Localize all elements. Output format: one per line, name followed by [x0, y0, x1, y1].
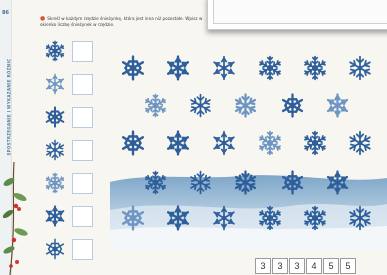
- snowflake-icon[interactable]: [211, 130, 237, 156]
- answer-row: [42, 236, 102, 260]
- side-title: SPOSTRZEGANIE I WYKAZANIE RÓŻNIC: [6, 58, 12, 156]
- answer-row: [42, 137, 102, 161]
- answer-box[interactable]: [72, 140, 93, 161]
- answer-box[interactable]: [72, 239, 93, 260]
- snowflake-icon[interactable]: [143, 93, 168, 118]
- snowflake-icon-d: [45, 139, 65, 161]
- number-cell: 3: [272, 258, 288, 274]
- snowflake-icon[interactable]: [302, 55, 328, 81]
- instruction: ● Skreśl w każdym rzędzie śnieżynkę, któr…: [40, 16, 210, 28]
- answer-box[interactable]: [72, 173, 93, 194]
- snowflake-icon[interactable]: [211, 205, 237, 231]
- snowflake-icon[interactable]: [280, 169, 305, 195]
- snowflake-icon-c: [45, 106, 65, 128]
- snowflake-icon[interactable]: [143, 170, 168, 195]
- snowflake-icon[interactable]: [188, 170, 213, 195]
- answer-row: [42, 38, 102, 62]
- snowflake-icon[interactable]: [165, 130, 191, 156]
- number-cell: 4: [306, 258, 322, 274]
- answer-box[interactable]: [72, 74, 93, 95]
- snowflake-icon[interactable]: [302, 130, 328, 156]
- number-cell: 3: [289, 258, 305, 274]
- snowflake-icon[interactable]: [280, 92, 305, 118]
- snowflake-icon[interactable]: [347, 205, 373, 231]
- snowflake-icon[interactable]: [347, 130, 373, 156]
- snowflake-icon-a: [45, 40, 65, 62]
- snowflake-icon[interactable]: [165, 55, 191, 81]
- snowflake-icon[interactable]: [165, 205, 191, 231]
- number-cell: 3: [255, 258, 271, 274]
- instruction-text: Skreśl w każdym rzędzie śnieżynkę, która…: [40, 16, 203, 27]
- snowflake-icon[interactable]: [325, 169, 350, 195]
- number-cell: 5: [323, 258, 339, 274]
- answer-box[interactable]: [72, 206, 93, 227]
- snowflake-icon[interactable]: [188, 93, 213, 118]
- snowflake-icon-b: [45, 73, 65, 95]
- snowflake-icon[interactable]: [302, 205, 328, 231]
- workbook-page: 86 SPOSTRZEGANIE I WYKAZANIE RÓŻNIC ● Skr…: [0, 0, 387, 275]
- number-strip: 333455: [255, 258, 357, 275]
- snowflake-icon[interactable]: [257, 55, 283, 81]
- overlapping-sheet: [207, 0, 387, 30]
- snowflake-icon[interactable]: [120, 55, 146, 81]
- number-cell: 5: [340, 258, 356, 274]
- snowflake-icon[interactable]: [347, 55, 373, 81]
- instruction-bullet-icon: ●: [40, 15, 46, 22]
- holly-decoration: [2, 162, 28, 275]
- snowflake-icon-g: [45, 238, 65, 260]
- answer-row: [42, 104, 102, 128]
- snowflake-icon[interactable]: [120, 205, 146, 231]
- snowflake-icon[interactable]: [257, 130, 283, 156]
- snowflake-icon[interactable]: [233, 92, 258, 118]
- answer-box[interactable]: [72, 107, 93, 128]
- answer-row: [42, 71, 102, 95]
- answer-row: [42, 170, 102, 194]
- snowflake-icon[interactable]: [211, 55, 237, 81]
- page-number: 86: [2, 10, 9, 16]
- snowflake-icon[interactable]: [325, 92, 350, 118]
- snowflake-icon[interactable]: [120, 130, 146, 156]
- snowflake-icon-e: [45, 172, 65, 194]
- snowflake-icon[interactable]: [233, 169, 258, 195]
- answer-row: [42, 203, 102, 227]
- answer-box[interactable]: [72, 41, 93, 62]
- snowflake-icon-f: [45, 205, 65, 227]
- snowflake-icon[interactable]: [257, 205, 283, 231]
